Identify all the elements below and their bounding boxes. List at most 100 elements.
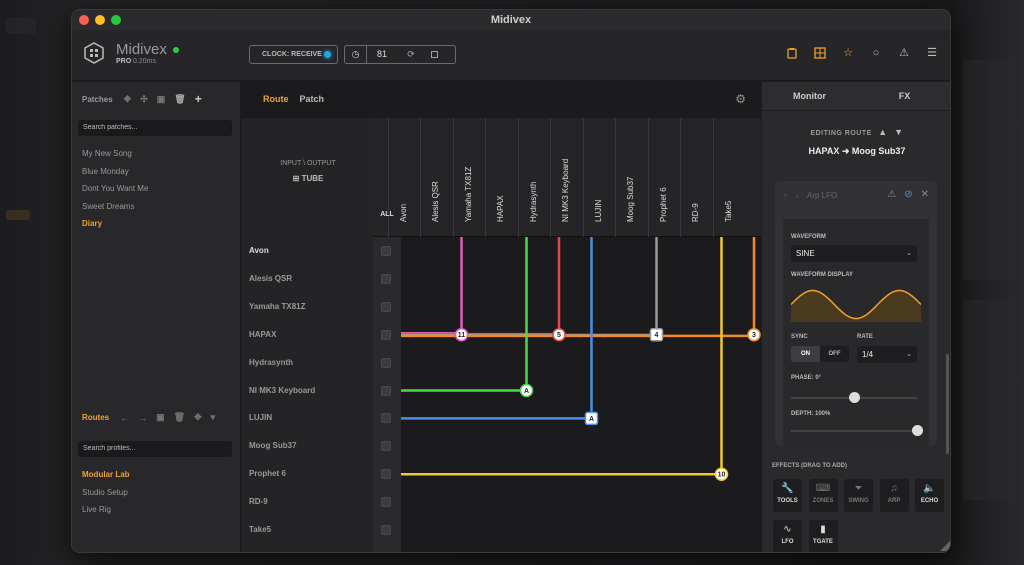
gate-icon: ▮ <box>820 524 826 535</box>
output-column-header[interactable]: Take5 <box>712 118 744 237</box>
effect-lfo-button[interactable]: ∿ LFO <box>773 520 802 552</box>
fx-scrollbar[interactable] <box>946 354 949 454</box>
row-select-checkbox[interactable] <box>381 301 391 312</box>
depth-slider[interactable] <box>791 425 923 436</box>
minimize-window-button[interactable] <box>95 15 105 25</box>
add-patch-icon[interactable]: + <box>195 92 202 106</box>
output-column-header[interactable]: Avon <box>387 118 419 237</box>
search-profiles-input[interactable] <box>78 441 232 457</box>
route-node[interactable]: A <box>519 383 534 398</box>
grid-icon[interactable] <box>814 47 826 59</box>
effect-tgate-button[interactable]: ▮ TGATE <box>808 520 838 552</box>
route-node[interactable]: 5 <box>552 327 566 342</box>
route-node[interactable]: 4 <box>649 327 664 342</box>
next-route-icon[interactable]: ▼ <box>894 127 903 137</box>
clock-mode-button[interactable]: CLOCK: RECEIVE <box>249 45 338 64</box>
circle-icon[interactable]: ○ <box>870 47 882 59</box>
row-select-checkbox[interactable] <box>381 497 391 508</box>
effect-swing-button[interactable]: ⏷ SWING <box>844 479 873 512</box>
row-select-checkbox[interactable] <box>381 357 391 368</box>
row-select-checkbox[interactable] <box>381 246 391 256</box>
row-select-checkbox[interactable] <box>381 273 391 284</box>
save-route-icon[interactable]: ▣ <box>156 412 165 423</box>
back-icon[interactable]: ← <box>120 413 129 423</box>
warning-icon[interactable]: ⚠ <box>898 47 910 59</box>
output-column-header[interactable]: HAPAX <box>485 118 516 237</box>
route-node[interactable]: 10 <box>714 467 729 481</box>
menu-icon[interactable]: ☰ <box>926 47 938 59</box>
clock-icon[interactable]: ◷ <box>345 46 367 63</box>
forward-icon[interactable]: → <box>138 413 147 423</box>
patch-item[interactable]: Dont You Want Me <box>82 184 148 202</box>
output-column-header[interactable]: LUJIN <box>582 118 614 237</box>
phase-slider-handle[interactable] <box>848 392 860 403</box>
row-select-checkbox[interactable] <box>381 385 391 396</box>
output-column-header[interactable]: Yamaha TX81Z <box>452 118 484 237</box>
output-column-header[interactable]: NI MK3 Keyboard <box>550 118 581 237</box>
move-down-icon[interactable]: ↓ <box>795 191 799 200</box>
sync-off-option[interactable]: OFF <box>820 346 849 362</box>
clipboard-icon[interactable] <box>786 47 798 59</box>
row-select-checkbox[interactable] <box>381 413 391 424</box>
save-icon[interactable]: ▣ <box>157 94 166 105</box>
delete-icon[interactable]: 🗑 <box>174 94 185 105</box>
clock-mode-label: CLOCK: RECEIVE <box>262 51 322 58</box>
tab-patch[interactable]: Patch <box>300 94 325 104</box>
fx-enabled-icon[interactable]: ⊘ <box>904 189 912 200</box>
effect-label: ECHO <box>920 498 939 504</box>
row-select-checkbox[interactable] <box>381 469 391 480</box>
route-node[interactable]: 3 <box>747 327 761 342</box>
fx-close-icon[interactable]: ✕ <box>921 189 929 200</box>
route-node[interactable]: A <box>584 411 599 426</box>
sync-toggle[interactable]: ON OFF <box>791 346 849 362</box>
phase-slider[interactable] <box>791 392 917 403</box>
row-select-checkbox[interactable] <box>381 329 391 340</box>
patch-item[interactable]: Blue Monday <box>82 167 148 185</box>
waveform-select[interactable]: SINE ⌄ <box>791 245 917 262</box>
move-up-icon[interactable]: ↑ <box>783 191 787 200</box>
star-icon[interactable]: ☆ <box>842 47 854 59</box>
search-patches-input[interactable] <box>78 120 232 136</box>
tab-route[interactable]: Route <box>263 94 289 104</box>
settings-gear-icon[interactable]: ⚙ <box>735 92 746 106</box>
route-item[interactable]: Modular Lab <box>82 470 130 488</box>
close-window-button[interactable] <box>79 15 89 25</box>
move-icon[interactable]: ✥ <box>194 412 202 423</box>
tab-fx[interactable]: FX <box>857 82 950 110</box>
output-column-header[interactable]: Alesis QSR <box>420 118 451 237</box>
output-column-header[interactable]: Prophet 6 <box>647 118 679 237</box>
maximize-window-button[interactable] <box>111 15 121 25</box>
expand-icon[interactable]: ✥ <box>124 94 132 105</box>
patch-item[interactable]: Diary <box>82 219 148 237</box>
patch-item[interactable]: My New Song <box>82 149 148 167</box>
route-item[interactable]: Live Rig <box>82 505 130 523</box>
row-select-checkbox[interactable] <box>381 441 391 452</box>
routing-panel: Route Patch ⚙ INPUT \ OUTPUT ⊞ TUBE Avon A… <box>242 82 761 552</box>
sync-on-option[interactable]: ON <box>791 346 820 362</box>
route-node[interactable]: 11 <box>454 327 469 342</box>
row-select-checkbox[interactable] <box>381 525 391 535</box>
effect-zones-button[interactable]: ⌨ ZONES <box>808 479 838 512</box>
tab-monitor[interactable]: Monitor <box>762 82 857 110</box>
more-icon[interactable]: ▾ <box>211 412 216 423</box>
resize-handle-icon[interactable] <box>940 541 950 551</box>
collapse-icon[interactable]: ✣ <box>140 94 148 105</box>
all-column-header[interactable]: ALL <box>373 211 401 218</box>
rate-select[interactable]: 1/4 ⌄ <box>857 346 917 363</box>
output-column-header[interactable]: Hydrasynth <box>517 118 549 237</box>
depth-slider-handle[interactable] <box>911 425 923 436</box>
fx-warning-icon[interactable]: ⚠ <box>887 189 896 200</box>
prev-route-icon[interactable]: ▲ <box>878 127 887 137</box>
stop-icon[interactable] <box>431 46 445 63</box>
patch-item[interactable]: Sweet Dreams <box>82 202 148 220</box>
output-column-header[interactable]: Moog Sub37 <box>615 118 646 237</box>
route-item[interactable]: Studio Setup <box>82 488 130 506</box>
effect-echo-button[interactable]: 🔈 ECHO <box>915 479 944 512</box>
effect-tools-button[interactable]: 🔧 TOOLS <box>773 479 802 512</box>
delete-route-icon[interactable]: 🗑 <box>174 412 185 423</box>
effect-arp-button[interactable]: ♫ ARP <box>879 479 909 512</box>
effect-label: SWING <box>848 498 869 504</box>
sync-icon[interactable]: ⟳ <box>403 46 419 63</box>
output-column-header[interactable]: RD-9 <box>680 118 711 237</box>
bpm-value[interactable]: 81 <box>367 46 397 63</box>
